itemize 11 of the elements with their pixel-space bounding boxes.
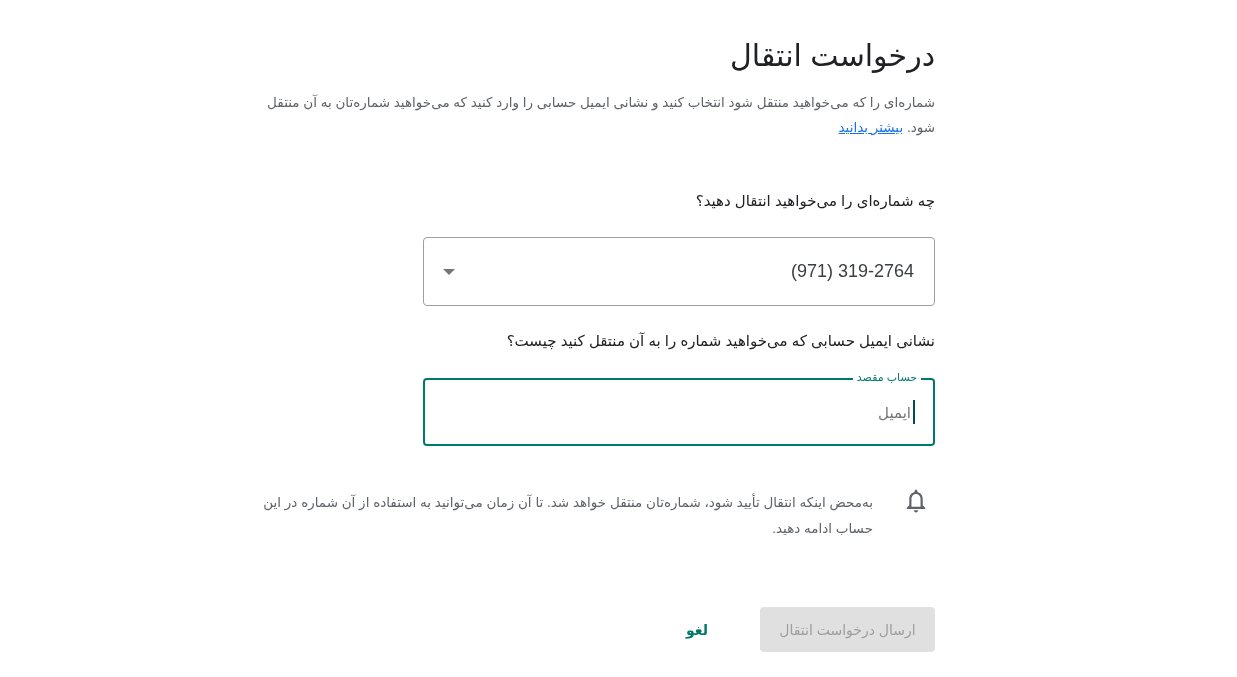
description-text: شماره‌ای را که می‌خواهید منتقل شود انتخاب کنید و نشانی ایمیل حسابی را وارد کنید که می‌خواهید شماره‌تان به آن منتقل شود. بیشتر بدانید bbox=[266, 93, 935, 138]
email-question: نشانی ایمیل حسابی که می‌خواهید شماره را به آن منتقل کنید چیست؟ bbox=[506, 331, 935, 352]
caret-icon bbox=[443, 268, 455, 275]
learn-more-link[interactable]: بیشتر بدانید bbox=[838, 120, 904, 135]
page-title: درخواست انتقال bbox=[730, 38, 935, 75]
number-question: چه شماره‌ای را می‌خواهید انتقال دهید؟ bbox=[695, 191, 935, 212]
cancel-button[interactable]: لغو bbox=[682, 611, 712, 648]
bell-icon bbox=[905, 488, 927, 514]
phone-number-select[interactable]: (971) 319-2764 bbox=[423, 237, 935, 306]
field-label: حساب مقصد bbox=[852, 370, 921, 384]
notice-text: به‌محض اینکه انتقال تأیید شود، شماره‌تان منتقل خواهد شد. تا آن زمان می‌توانید به استفاده از آن شماره در این حساب ادامه دهید. bbox=[262, 492, 873, 538]
